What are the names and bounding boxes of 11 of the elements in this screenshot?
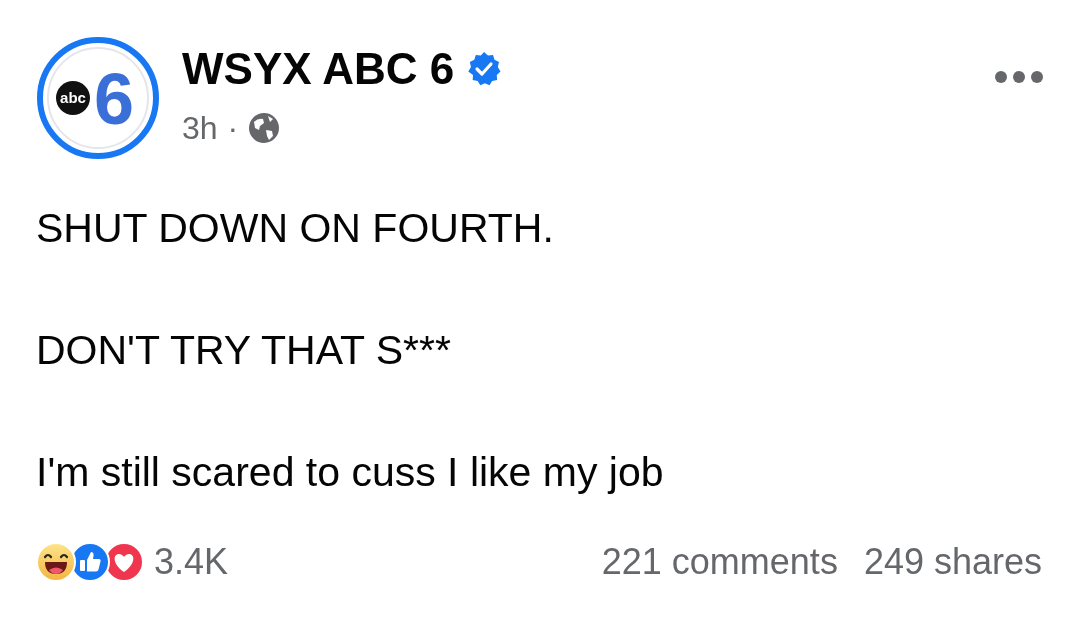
separator-dot: · (227, 109, 239, 148)
comments-count[interactable]: 221 comments (601, 541, 838, 583)
post-text: I'm still scared to cuss I like my job (36, 448, 665, 497)
reactions-icon[interactable] (36, 542, 144, 582)
post-text: DON'T TRY THAT S*** (36, 326, 452, 375)
shares-count[interactable]: 249 shares (863, 541, 1042, 583)
reaction-count[interactable]: 3.4K (154, 541, 229, 583)
globe-icon (248, 112, 281, 144)
post-time[interactable]: 3h (182, 106, 218, 150)
post-text: SHUT DOWN ON FOURTH. (36, 204, 555, 253)
page-name[interactable]: WSYX ABC 6 (182, 42, 455, 96)
